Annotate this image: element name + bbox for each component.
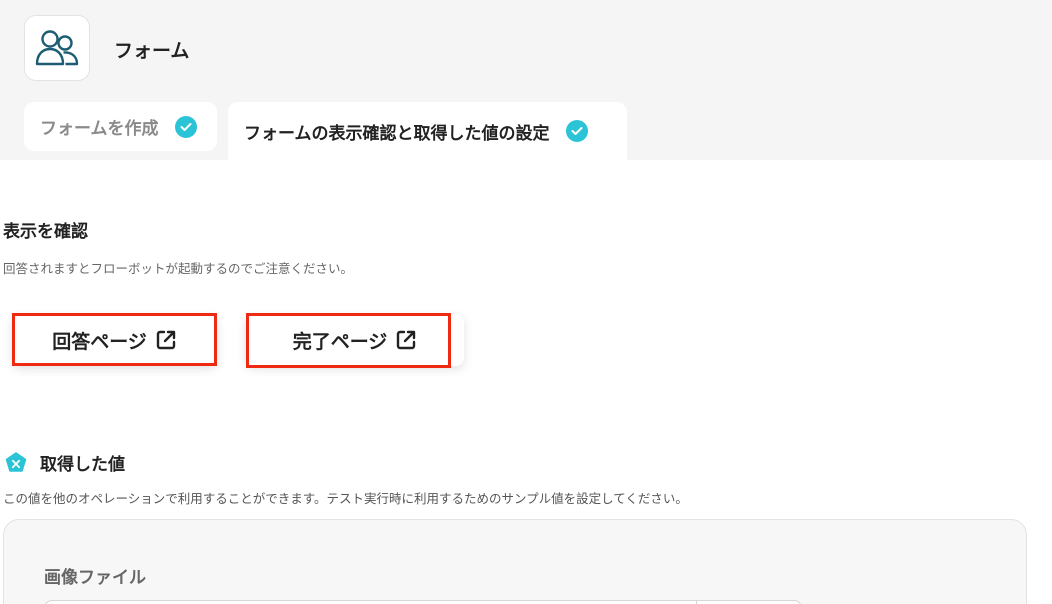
external-link-icon bbox=[397, 330, 416, 350]
answer-page-label: 回答ページ bbox=[52, 330, 147, 353]
complete-page-label: 完了ページ bbox=[292, 330, 388, 353]
values-title: 取得した値 bbox=[40, 455, 125, 475]
external-link-icon bbox=[156, 330, 176, 350]
tab-label: フォームの表示確認と取得した値の設定 bbox=[244, 123, 550, 144]
tab-create-form[interactable]: フォームを作成 bbox=[24, 102, 217, 151]
users-icon bbox=[35, 30, 79, 66]
values-description: この値を他のオペレーションで利用することができます。テスト実行時に利用するための… bbox=[3, 491, 688, 506]
tab-label: フォームを作成 bbox=[40, 119, 159, 139]
complete-page-button[interactable]: 完了ページ bbox=[246, 314, 464, 366]
values-panel bbox=[3, 519, 1027, 604]
field-label-image-file: 画像ファイル bbox=[44, 568, 146, 588]
check-icon bbox=[565, 120, 588, 142]
variable-x-icon bbox=[5, 451, 27, 472]
display-check-title: 表示を確認 bbox=[3, 222, 88, 242]
answer-page-button[interactable]: 回答ページ bbox=[12, 314, 217, 366]
app-icon bbox=[24, 15, 90, 81]
tab-display-settings[interactable]: フォームの表示確認と取得した値の設定 bbox=[228, 102, 627, 160]
input-divider bbox=[696, 600, 697, 604]
display-check-description: 回答されますとフローボットが起動するのでご注意ください。 bbox=[3, 261, 354, 276]
app-title: フォーム bbox=[114, 40, 190, 62]
values-header: 取得した値 bbox=[4, 450, 125, 475]
image-file-input[interactable] bbox=[44, 600, 802, 604]
check-icon bbox=[174, 115, 197, 138]
